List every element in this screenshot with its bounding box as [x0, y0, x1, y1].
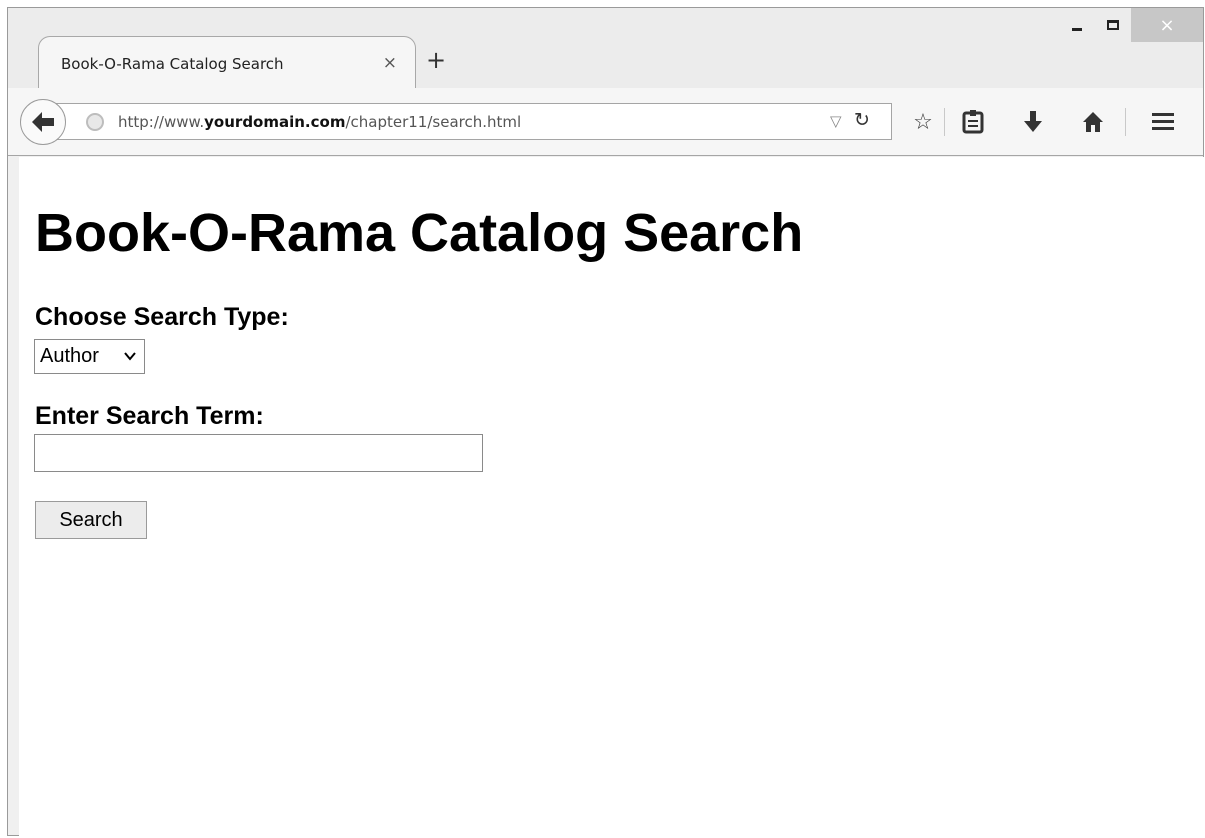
page-title: Book-O-Rama Catalog Search — [35, 203, 804, 263]
window-controls: × — [1059, 8, 1203, 42]
browser-window: × Book-O-Rama Catalog Search × + http://… — [7, 7, 1204, 836]
home-icon[interactable] — [1078, 107, 1108, 137]
download-icon[interactable] — [1018, 107, 1048, 137]
url-prefix: http://www. — [118, 113, 205, 131]
maximize-icon — [1107, 20, 1119, 30]
page-viewport: Book-O-Rama Catalog Search Choose Search… — [19, 157, 1204, 836]
chevron-down-icon — [124, 348, 136, 364]
toolbar-separator — [1125, 108, 1126, 136]
close-icon: × — [1159, 14, 1175, 36]
url-domain: yourdomain.com — [204, 113, 346, 131]
url-bar[interactable]: http://www.yourdomain.com/chapter11/sear… — [44, 103, 892, 140]
reload-icon[interactable]: ↻ — [854, 109, 870, 131]
maximize-button[interactable] — [1095, 8, 1131, 42]
back-arrow-icon — [32, 112, 54, 132]
back-button[interactable] — [20, 99, 66, 145]
search-term-label: Enter Search Term: — [35, 402, 264, 430]
bookmark-star-icon[interactable]: ☆ — [908, 107, 938, 137]
navigation-toolbar: http://www.yourdomain.com/chapter11/sear… — [8, 88, 1203, 156]
url-path: /chapter11/search.html — [345, 113, 522, 131]
reading-list-icon[interactable] — [958, 107, 988, 137]
search-type-label: Choose Search Type: — [35, 303, 289, 331]
title-bar: × Book-O-Rama Catalog Search × + — [8, 8, 1203, 88]
minimize-button[interactable] — [1059, 8, 1095, 42]
url-text[interactable]: http://www.yourdomain.com/chapter11/sear… — [118, 113, 521, 131]
search-button[interactable]: Search — [35, 501, 147, 539]
close-window-button[interactable]: × — [1131, 8, 1203, 42]
tab-title: Book-O-Rama Catalog Search — [61, 55, 284, 73]
menu-icon[interactable] — [1148, 107, 1178, 137]
dropmarker-icon[interactable]: ▽ — [830, 112, 842, 130]
new-tab-button[interactable]: + — [426, 48, 446, 72]
tab-active[interactable]: Book-O-Rama Catalog Search × — [38, 36, 416, 88]
search-type-select[interactable]: Author — [34, 339, 145, 374]
search-type-value: Author — [40, 345, 99, 367]
globe-icon — [86, 113, 104, 131]
minimize-icon — [1072, 27, 1082, 31]
search-term-input[interactable] — [34, 434, 483, 472]
toolbar-separator — [944, 108, 945, 136]
tab-close-icon[interactable]: × — [383, 53, 397, 73]
